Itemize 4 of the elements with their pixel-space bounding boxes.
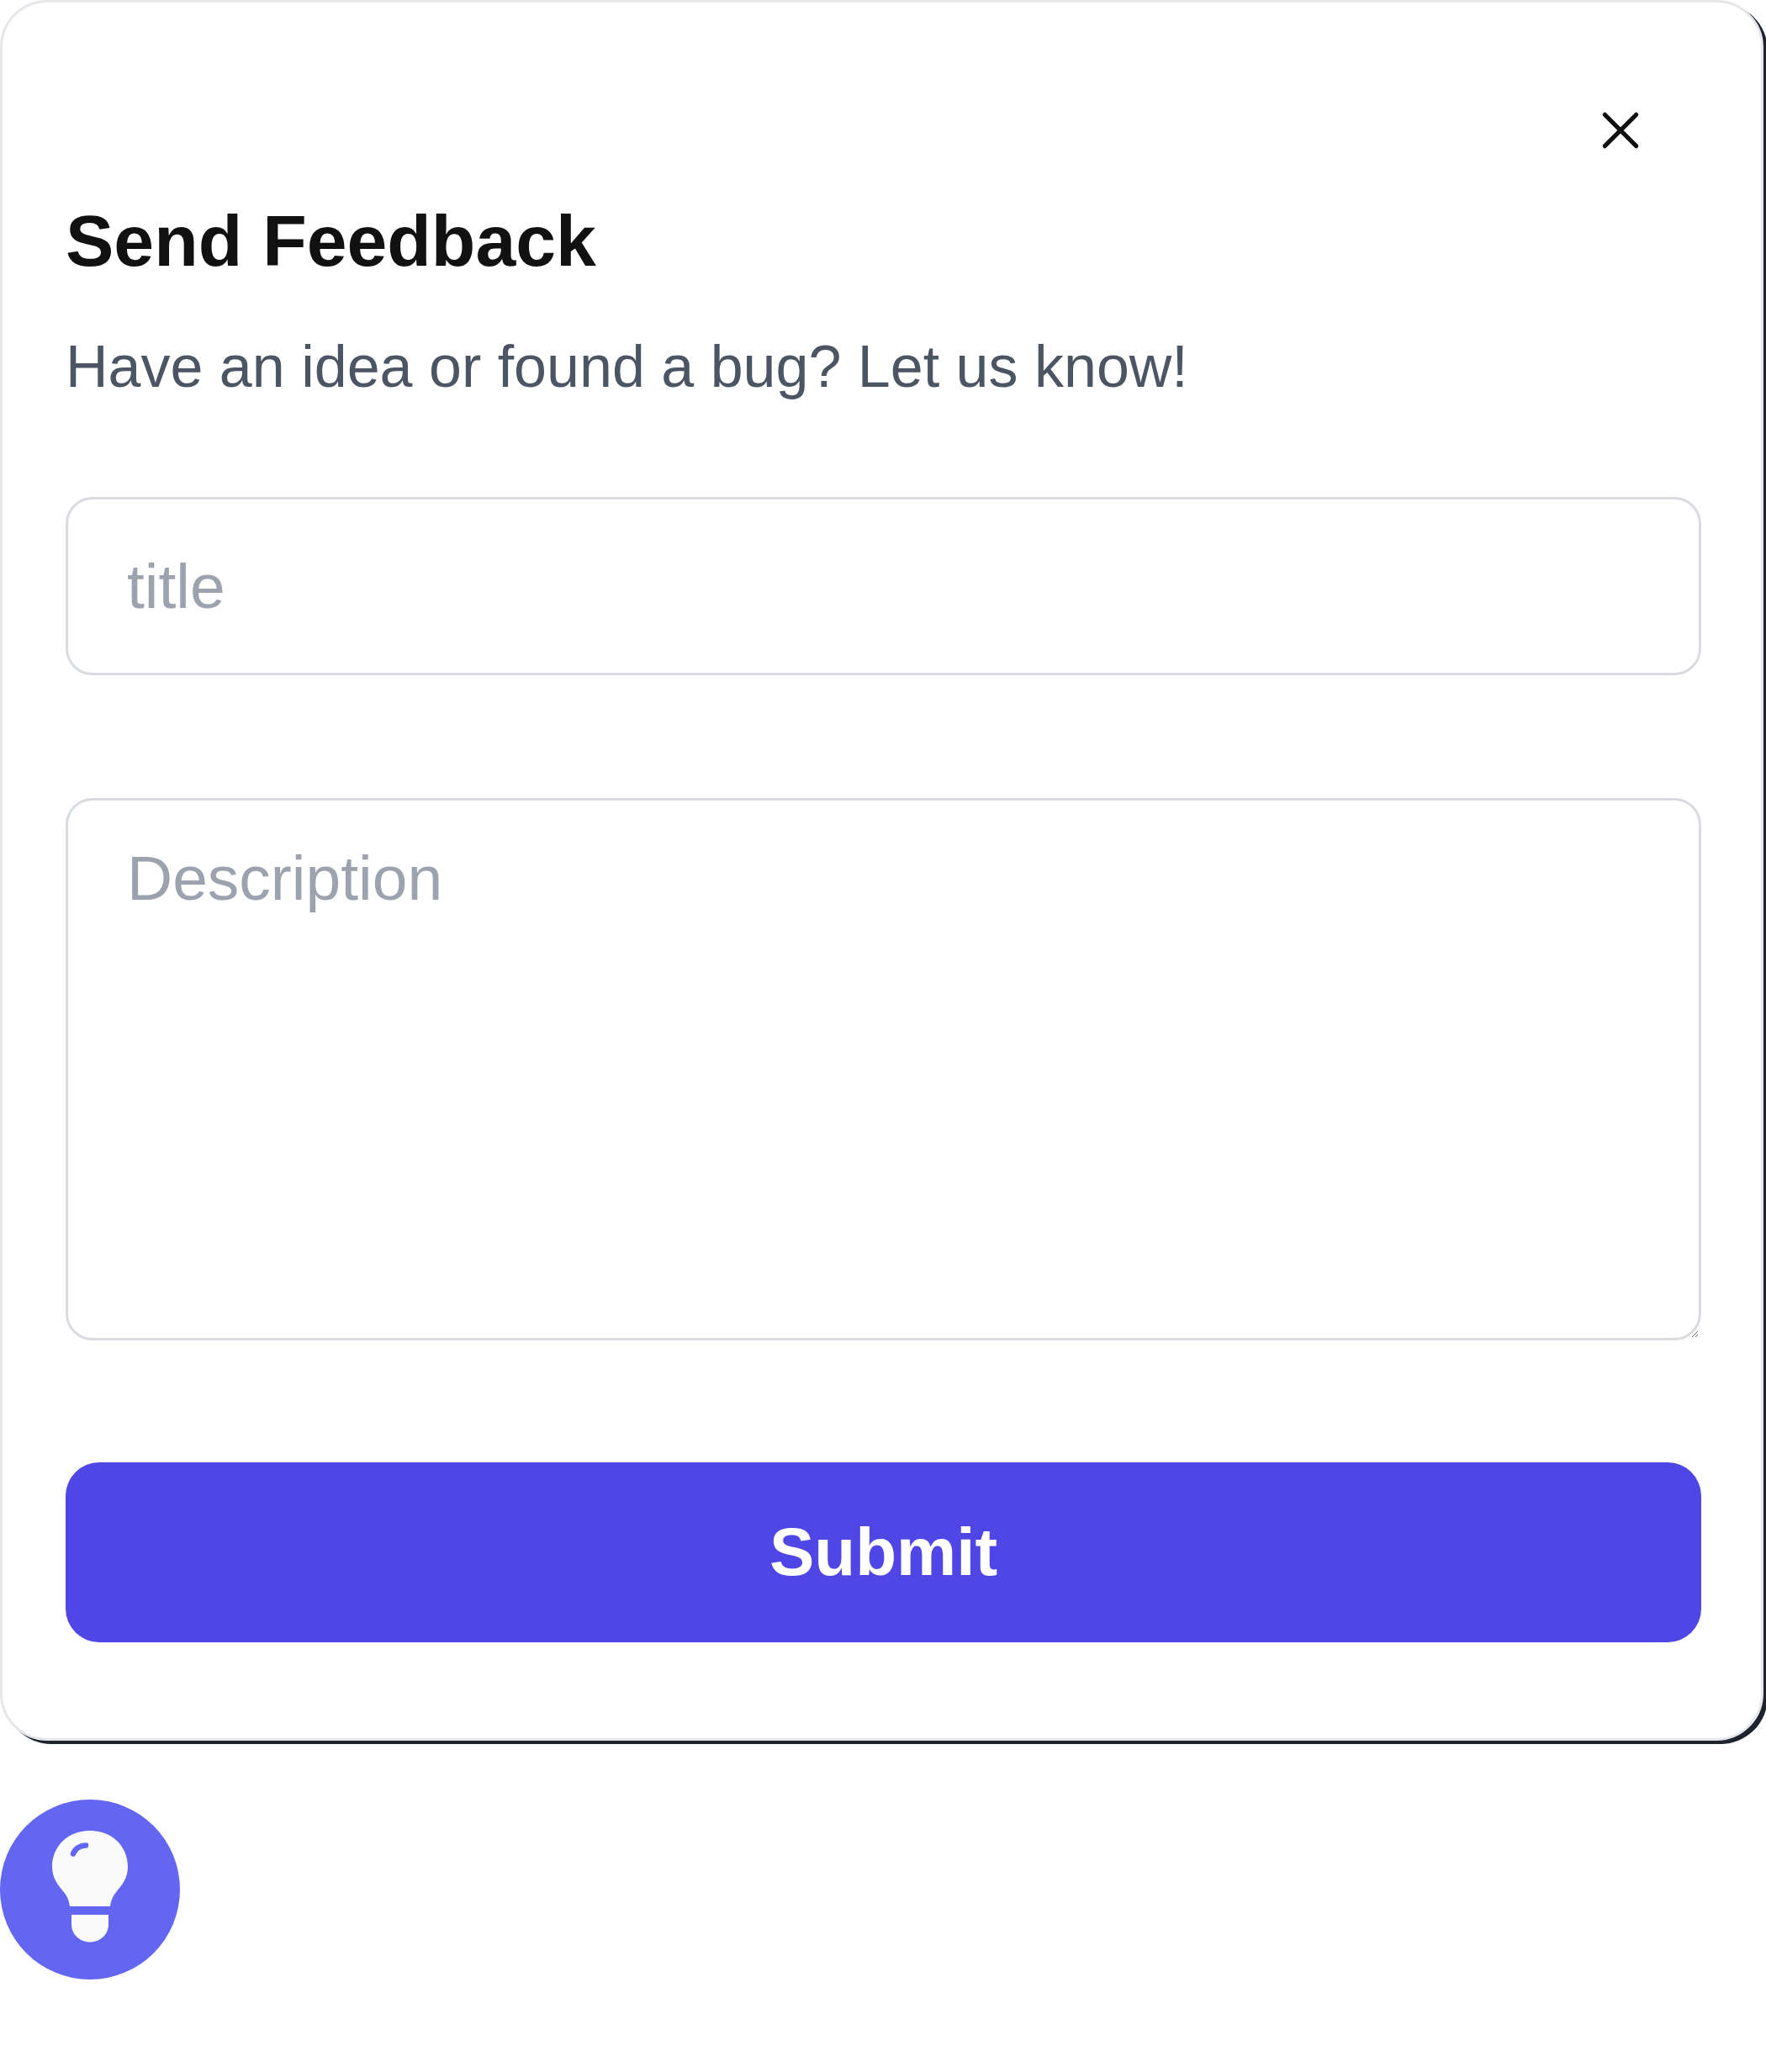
submit-button[interactable]: Submit xyxy=(66,1462,1701,1642)
title-input[interactable]: title xyxy=(66,497,1701,675)
description-field[interactable]: Description xyxy=(66,798,1701,1340)
dialog-title: Send Feedback xyxy=(66,204,597,277)
